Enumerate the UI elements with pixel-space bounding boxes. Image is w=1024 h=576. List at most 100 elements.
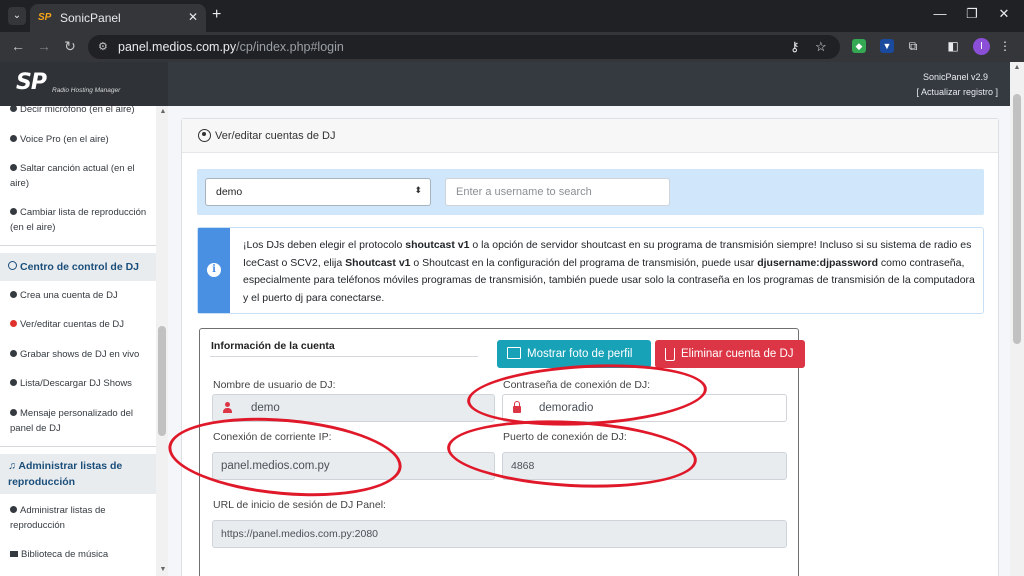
- dj-select[interactable]: demo ⬍: [205, 178, 431, 206]
- circle-arrow-icon: [10, 106, 17, 112]
- browser-tab[interactable]: SP SonicPanel ✕: [30, 4, 206, 32]
- sidebar-item-change-playlist[interactable]: Cambiar lista de reproducción (en el air…: [10, 205, 150, 235]
- version-text: SonicPanel v2.9: [922, 72, 988, 82]
- tab-title: SonicPanel: [60, 11, 121, 25]
- sidebar-item-music-library[interactable]: Biblioteca de música: [10, 547, 150, 562]
- sidebar-scroll-thumb[interactable]: [158, 326, 166, 436]
- app-header: SP Radio Hosting Manager SonicPanel v2.9…: [0, 62, 1010, 106]
- sidebar-item-skip-song[interactable]: Saltar canción actual (en el aire): [10, 161, 150, 191]
- circle-arrow-icon: [10, 164, 17, 171]
- site-info-icon[interactable]: ⚙: [98, 40, 108, 53]
- page-title: Ver/editar cuentas de DJ: [215, 130, 336, 142]
- info-icon: i: [207, 263, 221, 277]
- side-panel-icon[interactable]: ◧: [946, 39, 960, 53]
- page-viewport: SP Radio Hosting Manager SonicPanel v2.9…: [0, 62, 1024, 576]
- url-path: /cp/index.php#login: [236, 40, 344, 54]
- sidebar-item-record-shows[interactable]: Grabar shows de DJ en vivo: [10, 347, 150, 362]
- sidebar-item-label: Decir micrófono (en el aire): [20, 106, 135, 115]
- select-arrows-icon: ⬍: [414, 185, 422, 195]
- window-close-icon[interactable]: ✕: [994, 6, 1014, 22]
- logo-mark: SP: [16, 70, 47, 95]
- music-note-icon: ♫: [8, 460, 16, 472]
- button-label: Eliminar cuenta de DJ: [681, 348, 794, 360]
- sidebar: Decir micrófono (en el aire) Voice Pro (…: [0, 106, 156, 576]
- page-scroll-thumb[interactable]: [1013, 94, 1021, 344]
- url-text[interactable]: panel.medios.com.py/cp/index.php#login: [118, 40, 344, 54]
- extension-shield-icon[interactable]: ▼: [880, 39, 894, 53]
- circle-arrow-icon: [10, 409, 17, 416]
- scroll-up-icon[interactable]: ▲: [158, 108, 168, 115]
- panel-url-field[interactable]: https://panel.medios.com.py:2080: [212, 520, 787, 548]
- address-bar[interactable]: ⚙ panel.medios.com.py/cp/index.php#login…: [88, 35, 840, 59]
- sidebar-item-label: Lista/Descargar DJ Shows: [20, 378, 132, 389]
- bookmark-star-icon[interactable]: ☆: [815, 39, 827, 55]
- panel-divider: [210, 356, 478, 357]
- browser-tab-bar: ⌄ SP SonicPanel ✕ + — ❐ ✕: [0, 0, 1024, 32]
- url-host: panel.medios.com.py: [118, 40, 237, 54]
- sidebar-item-label: Grabar shows de DJ en vivo: [20, 349, 140, 360]
- logo[interactable]: SP Radio Hosting Manager: [0, 62, 168, 106]
- dj-accounts-card: Ver/editar cuentas de DJ demo ⬍ i ¡Los D…: [181, 118, 999, 576]
- username-label: Nombre de usuario de DJ:: [213, 379, 336, 391]
- tab-search-button[interactable]: ⌄: [8, 7, 26, 25]
- info-text-bold: Shoutcast v1: [345, 256, 411, 269]
- sidebar-item-custom-message[interactable]: Mensaje personalizado del panel de DJ: [10, 406, 150, 436]
- sidebar-item-label: Saltar canción actual (en el aire): [10, 163, 135, 189]
- circle-arrow-icon: [10, 135, 17, 142]
- sidebar-section-label: Administrar listas de reproducción: [8, 460, 123, 488]
- info-text-bold: djusername:djpassword: [757, 256, 878, 269]
- forward-icon[interactable]: →: [36, 38, 52, 54]
- user-icon: [223, 402, 232, 414]
- info-callout: i ¡Los DJs deben elegir el protocolo sho…: [197, 227, 984, 314]
- delete-dj-account-button[interactable]: Eliminar cuenta de DJ: [655, 340, 805, 368]
- sidebar-item-edit-dj[interactable]: Ver/editar cuentas de DJ: [10, 317, 150, 332]
- sidebar-item-label: Voice Pro (en el aire): [20, 134, 109, 145]
- sidebar-item-download-shows[interactable]: Lista/Descargar DJ Shows: [10, 376, 150, 391]
- circle-arrow-icon: [10, 320, 17, 327]
- sidebar-item-voice-pro[interactable]: Voice Pro (en el aire): [10, 132, 150, 147]
- panel-url-label: URL de inicio de sesión de DJ Panel:: [213, 499, 386, 511]
- sidebar-item-create-dj[interactable]: Crea una cuenta de DJ: [10, 288, 150, 303]
- sidebar-divider: [0, 446, 156, 447]
- update-registry-link[interactable]: [ Actualizar registro ]: [916, 87, 998, 97]
- sidebar-section-playlists[interactable]: ♫ Administrar listas de reproducción: [0, 454, 156, 494]
- page-scrollbar[interactable]: ▲: [1010, 62, 1024, 576]
- password-key-icon[interactable]: ⚷: [790, 39, 800, 55]
- scroll-up-icon[interactable]: ▲: [1012, 64, 1022, 71]
- panel-url-value: https://panel.medios.com.py:2080: [221, 528, 379, 540]
- sidebar-item-manage-playlists[interactable]: Administrar listas de reproducción: [10, 503, 150, 533]
- sidebar-scrollbar[interactable]: ▲ ▼: [156, 106, 168, 576]
- info-text-part: o Shoutcast en la configuración del prog…: [410, 256, 758, 269]
- profile-avatar[interactable]: I: [973, 38, 990, 55]
- menu-kebab-icon[interactable]: ⋮: [998, 39, 1012, 53]
- field-icon-box: [213, 395, 241, 421]
- sidebar-item-mic[interactable]: Decir micrófono (en el aire): [10, 106, 150, 117]
- info-text: ¡Los DJs deben elegir el protocolo shout…: [243, 237, 978, 307]
- circle-arrow-icon: [10, 291, 17, 298]
- sidebar-item-label: Cambiar lista de reproducción (en el air…: [10, 207, 147, 233]
- new-tab-icon[interactable]: +: [212, 6, 221, 24]
- user-circle-icon: [198, 129, 211, 142]
- circle-arrow-icon: [10, 506, 17, 513]
- extensions-puzzle-icon[interactable]: ⧉: [906, 39, 920, 53]
- browser-toolbar: ← → ↻ ⚙ panel.medios.com.py/cp/index.php…: [0, 32, 1024, 62]
- restore-icon[interactable]: ❐: [962, 6, 982, 22]
- sidebar-divider: [0, 245, 156, 246]
- sidebar-section-label: Centro de control de DJ: [20, 261, 140, 273]
- circle-arrow-icon: [10, 379, 17, 386]
- extension-green-icon[interactable]: ◆: [852, 39, 866, 53]
- trash-icon: [665, 348, 675, 361]
- user-circle-icon: [8, 261, 17, 270]
- dj-select-value: demo: [216, 186, 243, 198]
- sidebar-section-dj-control[interactable]: Centro de control de DJ: [0, 253, 156, 281]
- back-icon[interactable]: ←: [10, 38, 26, 54]
- tab-close-icon[interactable]: ✕: [188, 10, 198, 24]
- info-text-part: ¡Los DJs deben elegir el protocolo: [243, 239, 406, 251]
- dj-search-bar: demo ⬍: [197, 169, 984, 215]
- scroll-down-icon[interactable]: ▼: [158, 566, 168, 573]
- minimize-icon[interactable]: —: [930, 6, 950, 21]
- card-header: Ver/editar cuentas de DJ: [182, 119, 998, 153]
- reload-icon[interactable]: ↻: [62, 38, 78, 55]
- circle-arrow-icon: [10, 350, 17, 357]
- username-search-input[interactable]: [445, 178, 670, 206]
